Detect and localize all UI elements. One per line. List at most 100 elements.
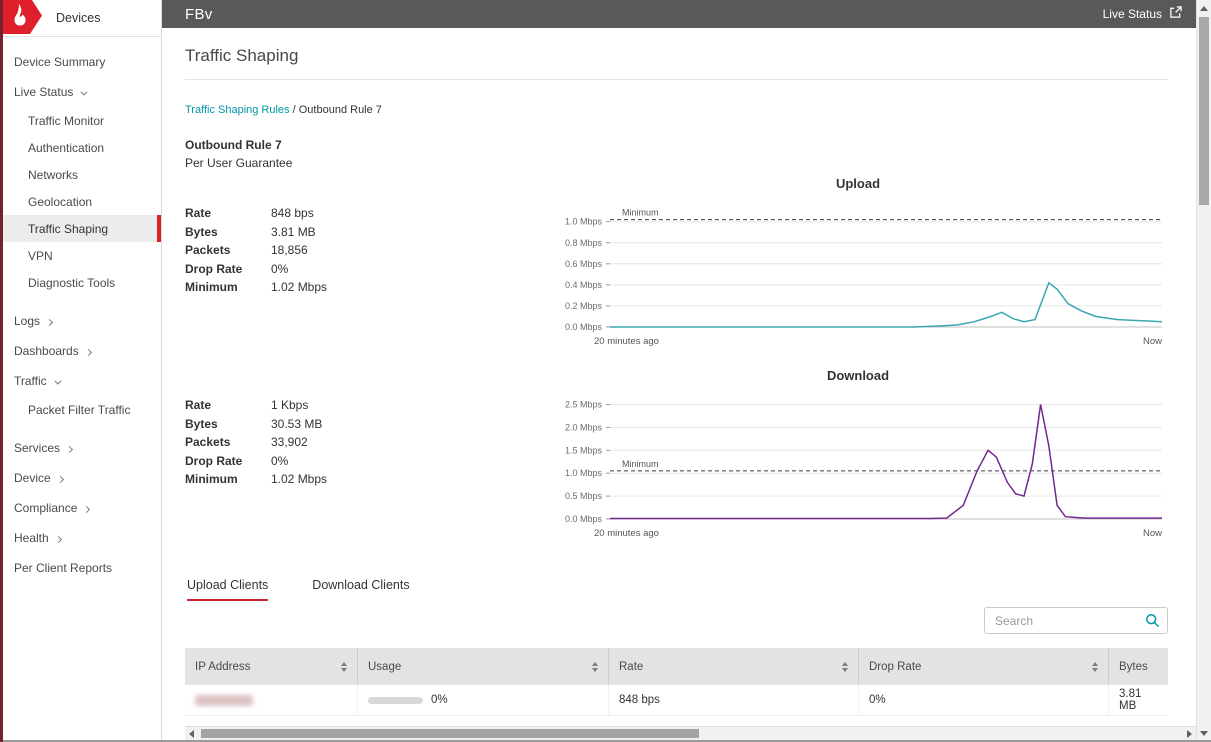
- window-left-accent: [0, 0, 3, 742]
- stat-row: Packets18,856: [185, 243, 485, 257]
- vertical-scrollbar[interactable]: [1196, 0, 1211, 742]
- chevron-right-icon: [83, 506, 90, 513]
- sidebar-item-health[interactable]: Health: [0, 523, 161, 553]
- brand-header: Devices: [0, 0, 161, 37]
- sidebar-item-label: Live Status: [14, 85, 73, 99]
- svg-text:0.4 Mbps: 0.4 Mbps: [565, 280, 603, 290]
- stat-label: Minimum: [185, 280, 271, 294]
- vertical-scrollbar-thumb[interactable]: [1199, 17, 1209, 205]
- stat-value: 3.81 MB: [271, 225, 316, 239]
- table-header-row: IP Address Usage Rate Drop Rate: [185, 648, 1168, 685]
- svg-text:0.0 Mbps: 0.0 Mbps: [565, 322, 603, 332]
- stat-value: 1 Kbps: [271, 398, 308, 412]
- search-icon[interactable]: [1145, 613, 1160, 633]
- column-label: IP Address: [195, 661, 250, 673]
- svg-text:2.5 Mbps: 2.5 Mbps: [565, 400, 603, 410]
- stat-row: Bytes3.81 MB: [185, 225, 485, 239]
- chevron-right-icon: [57, 476, 64, 483]
- column-header-usage[interactable]: Usage: [357, 648, 608, 685]
- sidebar-item-traffic-monitor[interactable]: Traffic Monitor: [0, 107, 161, 134]
- rule-summary: Outbound Rule 7 Per User Guarantee: [185, 138, 1168, 170]
- sidebar: Devices Device Summary Live Status Traffic…: [0, 0, 162, 742]
- sidebar-item-label: Services: [14, 441, 60, 455]
- sidebar-item-traffic[interactable]: Traffic: [0, 366, 161, 396]
- sidebar-menu: Device Summary Live Status Traffic Monitor…: [0, 37, 161, 583]
- sort-icon[interactable]: [1084, 662, 1098, 672]
- column-header-ip-address[interactable]: IP Address: [185, 648, 357, 685]
- stat-value: 848 bps: [271, 206, 314, 220]
- column-header-rate[interactable]: Rate: [608, 648, 858, 685]
- table-row[interactable]: 0% 848 bps 0% 3.81 MB: [185, 685, 1168, 716]
- upload-stats: Rate848 bpsBytes3.81 MBPackets18,856Drop…: [185, 176, 485, 299]
- sort-icon[interactable]: [584, 662, 598, 672]
- stat-row: Rate1 Kbps: [185, 398, 485, 412]
- tab-download-clients[interactable]: Download Clients: [312, 578, 409, 601]
- svg-text:0.0 Mbps: 0.0 Mbps: [565, 514, 603, 524]
- column-label: Usage: [368, 661, 401, 673]
- download-chart-title: Download: [548, 368, 1168, 383]
- live-status-button[interactable]: Live Status: [1103, 6, 1182, 22]
- sidebar-item-device[interactable]: Device: [0, 463, 161, 493]
- svg-text:Now: Now: [1143, 336, 1162, 347]
- sidebar-item-vpn[interactable]: VPN: [0, 242, 161, 269]
- scroll-left-arrow-icon[interactable]: [189, 730, 194, 738]
- sidebar-item-label: Health: [14, 531, 49, 545]
- search-input[interactable]: [984, 607, 1168, 634]
- svg-text:0.5 Mbps: 0.5 Mbps: [565, 491, 603, 501]
- sidebar-item-label: Geolocation: [28, 195, 92, 209]
- sort-icon[interactable]: [333, 662, 347, 672]
- svg-text:Now: Now: [1143, 528, 1162, 539]
- clients-tabs: Upload Clients Download Clients: [185, 578, 1168, 601]
- stat-row: Rate848 bps: [185, 206, 485, 220]
- sidebar-item-authentication[interactable]: Authentication: [0, 134, 161, 161]
- chevron-down-icon: [81, 89, 88, 96]
- sidebar-item-device-summary[interactable]: Device Summary: [0, 47, 161, 77]
- rule-name: Outbound Rule 7: [185, 138, 1168, 152]
- sidebar-item-diagnostic-tools[interactable]: Diagnostic Tools: [0, 269, 161, 296]
- scroll-down-arrow-icon[interactable]: [1200, 731, 1208, 736]
- sort-icon[interactable]: [834, 662, 848, 672]
- tab-upload-clients[interactable]: Upload Clients: [187, 578, 268, 601]
- sidebar-item-label: Dashboards: [14, 344, 79, 358]
- stat-value: 33,902: [271, 435, 308, 449]
- upload-section: Rate848 bpsBytes3.81 MBPackets18,856Drop…: [185, 176, 1168, 358]
- upload-chart: 0.0 Mbps0.2 Mbps0.4 Mbps0.6 Mbps0.8 Mbps…: [548, 193, 1168, 358]
- chevron-right-icon: [55, 536, 62, 543]
- scroll-right-arrow-icon[interactable]: [1187, 730, 1192, 738]
- horizontal-scrollbar[interactable]: [185, 726, 1196, 740]
- usage-cell: 0%: [357, 685, 608, 715]
- sidebar-item-geolocation[interactable]: Geolocation: [0, 188, 161, 215]
- sidebar-item-label: Traffic Monitor: [28, 114, 104, 128]
- sidebar-item-label: Diagnostic Tools: [28, 276, 115, 290]
- stat-label: Bytes: [185, 225, 271, 239]
- stat-row: Drop Rate0%: [185, 262, 485, 276]
- sidebar-item-packet-filter-traffic[interactable]: Packet Filter Traffic: [0, 396, 161, 423]
- sidebar-item-per-client-reports[interactable]: Per Client Reports: [0, 553, 161, 583]
- column-header-drop-rate[interactable]: Drop Rate: [858, 648, 1108, 685]
- sidebar-item-label: Traffic: [14, 374, 47, 388]
- sidebar-item-networks[interactable]: Networks: [0, 161, 161, 188]
- sidebar-item-compliance[interactable]: Compliance: [0, 493, 161, 523]
- stat-label: Bytes: [185, 417, 271, 431]
- breadcrumb-link[interactable]: Traffic Shaping Rules: [185, 104, 290, 116]
- sidebar-item-logs[interactable]: Logs: [0, 306, 161, 336]
- sidebar-item-traffic-shaping[interactable]: Traffic Shaping: [0, 215, 161, 242]
- stat-value: 18,856: [271, 243, 308, 257]
- scroll-up-arrow-icon[interactable]: [1200, 6, 1208, 11]
- sidebar-item-label: Logs: [14, 314, 40, 328]
- chevron-down-icon: [54, 378, 61, 385]
- external-link-icon: [1169, 6, 1182, 22]
- sidebar-item-live-status[interactable]: Live Status: [0, 77, 161, 107]
- sidebar-item-dashboards[interactable]: Dashboards: [0, 336, 161, 366]
- download-section: Rate1 KbpsBytes30.53 MBPackets33,902Drop…: [185, 368, 1168, 550]
- horizontal-scrollbar-thumb[interactable]: [201, 729, 699, 738]
- sidebar-item-services[interactable]: Services: [0, 433, 161, 463]
- stat-value: 1.02 Mbps: [271, 280, 327, 294]
- sidebar-item-label: Networks: [28, 168, 78, 182]
- drop-rate-cell: 0%: [858, 685, 1108, 715]
- column-label: Drop Rate: [869, 661, 921, 673]
- live-status-label: Live Status: [1103, 7, 1162, 21]
- stat-label: Rate: [185, 206, 271, 220]
- stat-label: Packets: [185, 243, 271, 257]
- column-header-bytes[interactable]: Bytes: [1108, 648, 1168, 685]
